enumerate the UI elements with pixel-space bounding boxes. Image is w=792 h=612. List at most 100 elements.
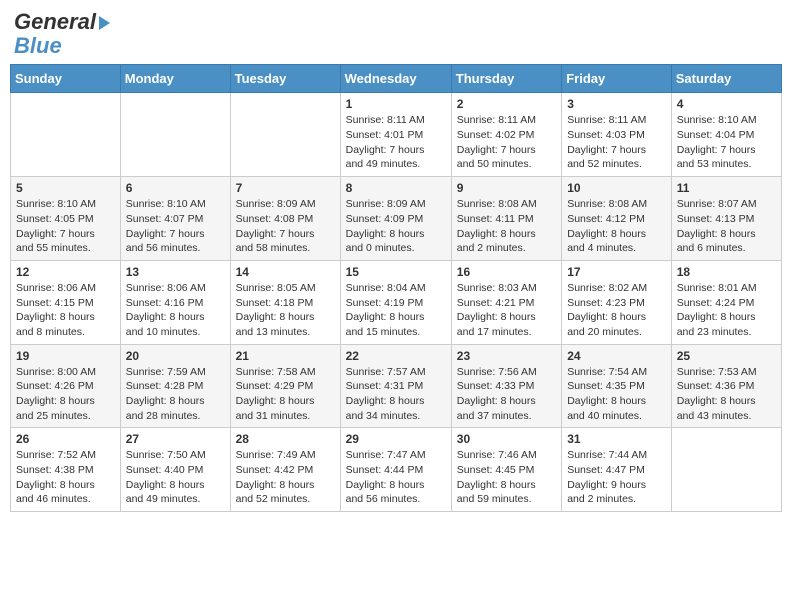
cell-content: Sunrise: 8:08 AMSunset: 4:12 PMDaylight:… [567,197,666,256]
day-number: 18 [677,265,776,279]
col-header-thursday: Thursday [451,65,561,93]
week-row-3: 12 Sunrise: 8:06 AMSunset: 4:15 PMDayligh… [11,260,782,344]
col-header-monday: Monday [120,65,230,93]
cell-content: Sunrise: 7:50 AMSunset: 4:40 PMDaylight:… [126,448,225,507]
calendar-cell: 24 Sunrise: 7:54 AMSunset: 4:35 PMDayligh… [562,344,672,428]
day-number: 10 [567,181,666,195]
calendar-cell [671,428,781,512]
cell-content: Sunrise: 8:02 AMSunset: 4:23 PMDaylight:… [567,281,666,340]
calendar-cell: 6Sunrise: 8:10 AMSunset: 4:07 PMDaylight… [120,177,230,261]
cell-content: Sunrise: 7:56 AMSunset: 4:33 PMDaylight:… [457,365,556,424]
calendar-cell [120,93,230,177]
week-row-4: 19 Sunrise: 8:00 AMSunset: 4:26 PMDayligh… [11,344,782,428]
cell-content: Sunrise: 8:06 AMSunset: 4:16 PMDaylight:… [126,281,225,340]
week-row-5: 26 Sunrise: 7:52 AMSunset: 4:38 PMDayligh… [11,428,782,512]
calendar-cell: 15Sunrise: 8:04 AMSunset: 4:19 PMDayligh… [340,260,451,344]
calendar-cell: 20 Sunrise: 7:59 AMSunset: 4:28 PMDayligh… [120,344,230,428]
cell-content: Sunrise: 8:06 AMSunset: 4:15 PMDaylight:… [16,281,115,340]
calendar-cell: 2 Sunrise: 8:11 AMSunset: 4:02 PMDaylight… [451,93,561,177]
day-number: 26 [16,432,115,446]
day-number: 30 [457,432,556,446]
col-header-saturday: Saturday [671,65,781,93]
day-number: 9 [457,181,556,195]
calendar-cell: 28 Sunrise: 7:49 AMSunset: 4:42 PMDayligh… [230,428,340,512]
day-number: 17 [567,265,666,279]
week-row-1: 1Sunrise: 8:11 AMSunset: 4:01 PMDaylight… [11,93,782,177]
cell-content: Sunrise: 7:59 AMSunset: 4:28 PMDaylight:… [126,365,225,424]
cell-content: Sunrise: 8:11 AMSunset: 4:01 PMDaylight:… [346,113,446,172]
col-header-wednesday: Wednesday [340,65,451,93]
col-header-sunday: Sunday [11,65,121,93]
day-number: 5 [16,181,115,195]
calendar-cell: 13 Sunrise: 8:06 AMSunset: 4:16 PMDayligh… [120,260,230,344]
day-number: 12 [16,265,115,279]
calendar-cell: 31 Sunrise: 7:44 AMSunset: 4:47 PMDayligh… [562,428,672,512]
day-number: 8 [346,181,446,195]
calendar-cell: 12 Sunrise: 8:06 AMSunset: 4:15 PMDayligh… [11,260,121,344]
calendar-cell: 21Sunrise: 7:58 AMSunset: 4:29 PMDayligh… [230,344,340,428]
day-number: 19 [16,349,115,363]
day-number: 16 [457,265,556,279]
cell-content: Sunrise: 7:54 AMSunset: 4:35 PMDaylight:… [567,365,666,424]
day-number: 22 [346,349,446,363]
day-number: 2 [457,97,556,111]
cell-content: Sunrise: 7:49 AMSunset: 4:42 PMDaylight:… [236,448,335,507]
day-number: 23 [457,349,556,363]
cell-content: Sunrise: 7:52 AMSunset: 4:38 PMDaylight:… [16,448,115,507]
cell-content: Sunrise: 8:11 AMSunset: 4:03 PMDaylight:… [567,113,666,172]
day-number: 4 [677,97,776,111]
cell-content: Sunrise: 7:47 AMSunset: 4:44 PMDaylight:… [346,448,446,507]
logo: General Blue [14,10,110,58]
col-header-tuesday: Tuesday [230,65,340,93]
logo-blue: Blue [14,34,110,58]
day-number: 28 [236,432,335,446]
cell-content: Sunrise: 7:46 AMSunset: 4:45 PMDaylight:… [457,448,556,507]
day-number: 31 [567,432,666,446]
cell-content: Sunrise: 8:09 AMSunset: 4:09 PMDaylight:… [346,197,446,256]
day-number: 3 [567,97,666,111]
calendar-cell [230,93,340,177]
day-number: 13 [126,265,225,279]
cell-content: Sunrise: 8:09 AMSunset: 4:08 PMDaylight:… [236,197,335,256]
cell-content: Sunrise: 8:11 AMSunset: 4:02 PMDaylight:… [457,113,556,172]
col-header-friday: Friday [562,65,672,93]
calendar-cell: 23 Sunrise: 7:56 AMSunset: 4:33 PMDayligh… [451,344,561,428]
cell-content: Sunrise: 8:07 AMSunset: 4:13 PMDaylight:… [677,197,776,256]
cell-content: Sunrise: 8:10 AMSunset: 4:07 PMDaylight:… [126,197,225,256]
calendar-cell: 17 Sunrise: 8:02 AMSunset: 4:23 PMDayligh… [562,260,672,344]
cell-content: Sunrise: 7:44 AMSunset: 4:47 PMDaylight:… [567,448,666,507]
calendar-cell: 26 Sunrise: 7:52 AMSunset: 4:38 PMDayligh… [11,428,121,512]
calendar-cell: 1Sunrise: 8:11 AMSunset: 4:01 PMDaylight… [340,93,451,177]
calendar-cell: 22Sunrise: 7:57 AMSunset: 4:31 PMDayligh… [340,344,451,428]
day-number: 20 [126,349,225,363]
calendar-cell [11,93,121,177]
calendar-cell: 5 Sunrise: 8:10 AMSunset: 4:05 PMDaylight… [11,177,121,261]
day-number: 29 [346,432,446,446]
cell-content: Sunrise: 8:00 AMSunset: 4:26 PMDaylight:… [16,365,115,424]
calendar-cell: 11 Sunrise: 8:07 AMSunset: 4:13 PMDayligh… [671,177,781,261]
calendar-cell: 19 Sunrise: 8:00 AMSunset: 4:26 PMDayligh… [11,344,121,428]
cell-content: Sunrise: 8:08 AMSunset: 4:11 PMDaylight:… [457,197,556,256]
calendar-cell: 4 Sunrise: 8:10 AMSunset: 4:04 PMDaylight… [671,93,781,177]
day-number: 25 [677,349,776,363]
day-number: 11 [677,181,776,195]
day-number: 7 [236,181,335,195]
cell-content: Sunrise: 8:03 AMSunset: 4:21 PMDaylight:… [457,281,556,340]
cell-content: Sunrise: 8:10 AMSunset: 4:04 PMDaylight:… [677,113,776,172]
calendar-table: SundayMondayTuesdayWednesdayThursdayFrid… [10,64,782,512]
cell-content: Sunrise: 8:01 AMSunset: 4:24 PMDaylight:… [677,281,776,340]
calendar-cell: 25Sunrise: 7:53 AMSunset: 4:36 PMDayligh… [671,344,781,428]
calendar-cell: 8 Sunrise: 8:09 AMSunset: 4:09 PMDaylight… [340,177,451,261]
cell-content: Sunrise: 8:05 AMSunset: 4:18 PMDaylight:… [236,281,335,340]
day-number: 15 [346,265,446,279]
week-row-2: 5 Sunrise: 8:10 AMSunset: 4:05 PMDaylight… [11,177,782,261]
calendar-cell: 7 Sunrise: 8:09 AMSunset: 4:08 PMDaylight… [230,177,340,261]
calendar-cell: 29 Sunrise: 7:47 AMSunset: 4:44 PMDayligh… [340,428,451,512]
day-number: 27 [126,432,225,446]
cell-content: Sunrise: 7:58 AMSunset: 4:29 PMDaylight:… [236,365,335,424]
calendar-cell: 27 Sunrise: 7:50 AMSunset: 4:40 PMDayligh… [120,428,230,512]
day-number: 24 [567,349,666,363]
calendar-cell: 3 Sunrise: 8:11 AMSunset: 4:03 PMDaylight… [562,93,672,177]
cell-content: Sunrise: 8:10 AMSunset: 4:05 PMDaylight:… [16,197,115,256]
calendar-cell: 10 Sunrise: 8:08 AMSunset: 4:12 PMDayligh… [562,177,672,261]
